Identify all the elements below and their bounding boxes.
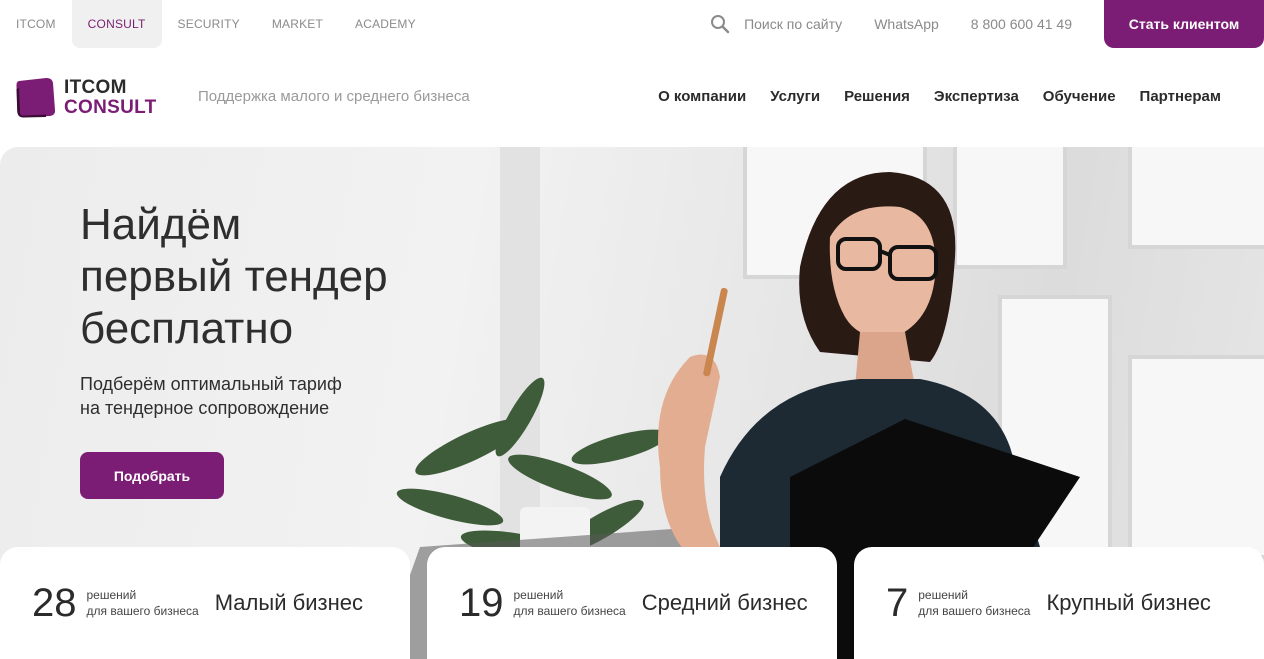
hero-title-line1: Найдём — [80, 200, 242, 249]
top-right-group: Поиск по сайту WhatsApp 8 800 600 41 49 … — [710, 0, 1264, 48]
card-caption-line1: решений — [86, 588, 137, 602]
card-large-business[interactable]: 7 решений для вашего бизнеса Крупный биз… — [854, 547, 1264, 659]
top-bar: ITCOM CONSULT SECURITY MARKET ACADEMY По… — [0, 0, 1264, 48]
card-segment: Малый бизнес — [214, 590, 363, 615]
main-nav: О компании Услуги Решения Экспертиза Обу… — [634, 88, 1221, 105]
card-caption-line2: для вашего бизнеса — [918, 604, 1031, 618]
tab-consult[interactable]: CONSULT — [71, 0, 162, 48]
segment-cards: 28 решений для вашего бизнеса Малый бизн… — [0, 547, 1264, 659]
search-label: Поиск по сайту — [744, 16, 843, 32]
nav-item-partners[interactable]: Партнерам — [1140, 88, 1221, 105]
hero-subtitle-line2: на тендерное сопровождение — [80, 398, 330, 418]
card-segment: Крупный бизнес — [1046, 590, 1211, 615]
logo-mark-icon — [16, 77, 56, 118]
nav-item-training[interactable]: Обучение — [1043, 88, 1116, 105]
tab-academy[interactable]: ACADEMY — [339, 0, 432, 48]
pick-tariff-button[interactable]: Подобрать — [80, 452, 224, 499]
card-caption-line2: для вашего бизнеса — [86, 604, 199, 618]
search-icon — [711, 15, 730, 34]
nav-item-about[interactable]: О компании — [658, 88, 746, 105]
phone-link[interactable]: 8 800 600 41 49 — [971, 16, 1072, 32]
card-caption: решений для вашего бизнеса — [87, 587, 199, 619]
card-caption: решений для вашего бизнеса — [514, 587, 626, 619]
logo-line2: CONSULT — [64, 96, 157, 118]
top-tabs: ITCOM CONSULT SECURITY MARKET ACADEMY — [0, 0, 432, 48]
tab-itcom[interactable]: ITCOM — [0, 0, 72, 48]
site-search[interactable]: Поиск по сайту — [710, 14, 842, 34]
hero-title: Найдём первый тендер бесплатно — [80, 199, 388, 355]
card-caption-line1: решений — [513, 588, 564, 602]
hero-title-line2: первый тендер — [80, 252, 388, 301]
tab-market[interactable]: MARKET — [256, 0, 339, 48]
logo[interactable]: ITCOM CONSULT — [16, 77, 157, 118]
hero-subtitle-line1: Подберём оптимальный тариф — [80, 374, 342, 394]
logo-text: ITCOM CONSULT — [64, 76, 157, 118]
nav-item-expertise[interactable]: Экспертиза — [934, 88, 1019, 105]
hero-title-line3: бесплатно — [80, 304, 294, 353]
card-caption-line1: решений — [918, 588, 968, 602]
whatsapp-link[interactable]: WhatsApp — [874, 16, 939, 32]
card-count: 7 — [886, 580, 909, 625]
nav-item-solutions[interactable]: Решения — [844, 88, 910, 105]
card-caption: решений для вашего бизнеса — [918, 587, 1030, 619]
become-client-button[interactable]: Стать клиентом — [1104, 0, 1264, 48]
hero-subtitle: Подберём оптимальный тариф на тендерное … — [80, 372, 342, 420]
tab-security[interactable]: SECURITY — [162, 0, 256, 48]
card-caption-line2: для вашего бизнеса — [513, 604, 626, 618]
card-count: 28 — [32, 580, 77, 625]
card-segment: Средний бизнес — [641, 590, 808, 615]
card-small-business[interactable]: 28 решений для вашего бизнеса Малый бизн… — [0, 547, 410, 659]
logo-line1: ITCOM — [64, 76, 127, 98]
card-medium-business[interactable]: 19 решений для вашего бизнеса Средний би… — [427, 547, 837, 659]
nav-item-services[interactable]: Услуги — [770, 88, 820, 105]
card-count: 19 — [459, 580, 504, 625]
header: ITCOM CONSULT Поддержка малого и среднег… — [0, 48, 1264, 147]
tagline: Поддержка малого и среднего бизнеса — [198, 88, 470, 105]
